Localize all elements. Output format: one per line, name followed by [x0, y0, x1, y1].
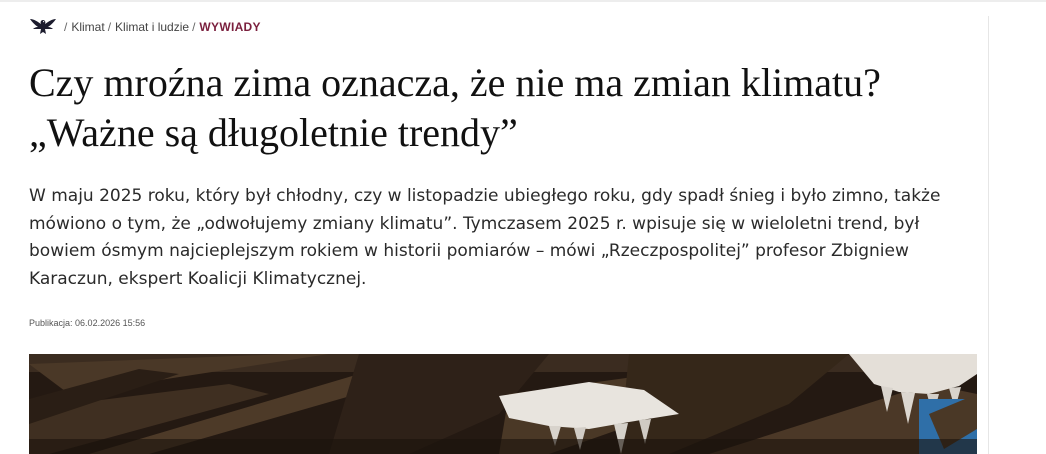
- breadcrumb-separator: /: [192, 20, 196, 34]
- publication-datetime: 06.02.2026 15:56: [75, 318, 146, 328]
- publication-date: Publikacja: 06.02.2026 15:56: [29, 318, 145, 328]
- article-lead: W maju 2025 roku, który był chłodny, czy…: [29, 186, 941, 289]
- article-title-line-2: „Ważne są długoletnie trendy”: [29, 110, 518, 155]
- publication-label: Publikacja:: [29, 318, 73, 328]
- article-title-line-1: Czy mroźna zima oznacza, że nie ma zmian…: [29, 60, 881, 105]
- hero-image-graphic: [29, 354, 977, 454]
- eagle-logo-icon[interactable]: [29, 16, 57, 38]
- breadcrumb-separator: /: [64, 20, 68, 34]
- breadcrumb-section-wywiady[interactable]: WYWIADY: [199, 20, 260, 34]
- article-title: Czy mroźna zima oznacza, że nie ma zmian…: [29, 58, 979, 158]
- hero-image[interactable]: [29, 354, 977, 454]
- breadcrumb-link-klimat-i-ludzie[interactable]: Klimat i ludzie: [115, 20, 189, 34]
- top-divider: [0, 0, 1046, 2]
- breadcrumb: / Klimat / Klimat i ludzie / WYWIADY: [29, 16, 261, 38]
- sidebar-divider: [988, 16, 989, 454]
- breadcrumb-separator: /: [107, 20, 112, 34]
- breadcrumb-link-klimat[interactable]: Klimat: [71, 20, 104, 34]
